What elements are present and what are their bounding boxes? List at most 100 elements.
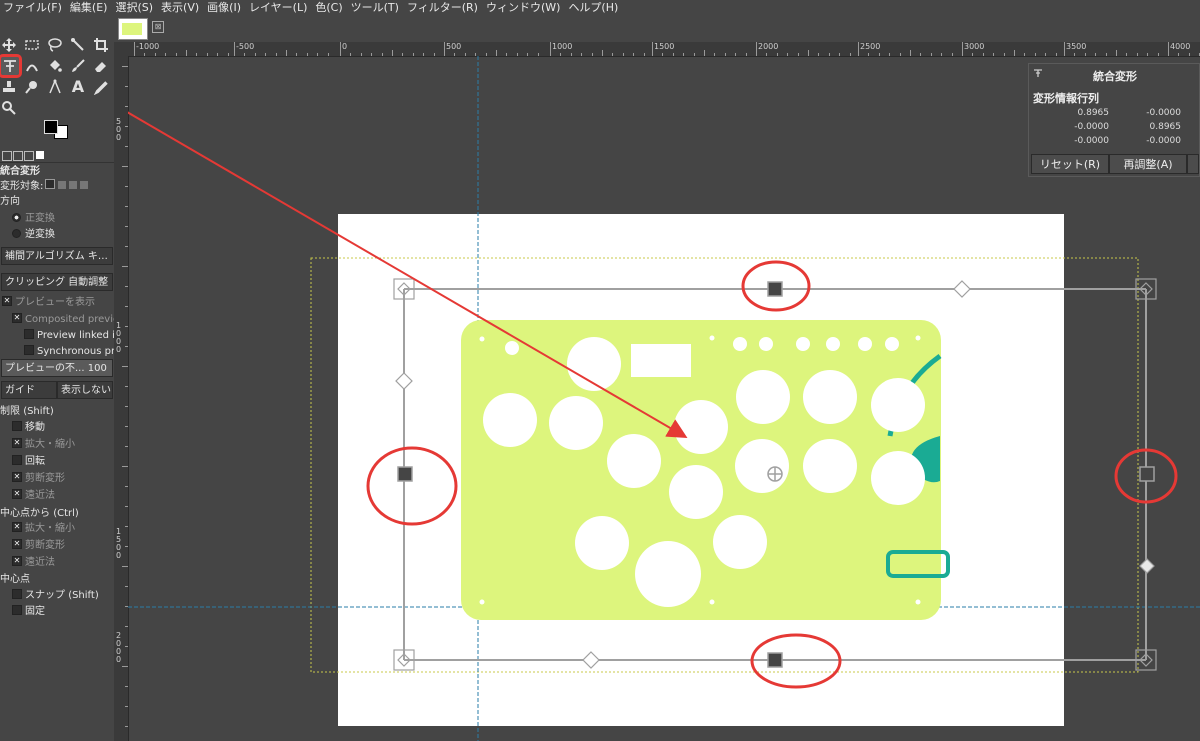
path-target-icon[interactable] [69, 181, 78, 189]
layer-target-icon[interactable] [45, 179, 56, 189]
menu-item[interactable]: 色(C) [312, 0, 347, 14]
menu-item[interactable]: 編集(E) [67, 0, 113, 14]
checkbox-icon[interactable]: ✕ [12, 313, 22, 323]
menu-item[interactable]: 選択(S) [112, 0, 158, 14]
pivot-lock-label: 固定 [25, 606, 45, 617]
clone-icon[interactable] [0, 78, 18, 96]
undo-history-tab-icon[interactable] [24, 151, 34, 161]
checkbox-icon[interactable] [12, 605, 22, 615]
color-picker-icon[interactable] [92, 78, 110, 96]
menu-item[interactable]: レイヤー(L) [246, 0, 312, 14]
direction-forward-option[interactable]: 正変換 [0, 212, 114, 226]
ruler-label: 1500 [654, 42, 675, 51]
pivot-snap-option[interactable]: スナップ (Shift) [0, 589, 114, 603]
checkbox-icon[interactable]: ✕ [12, 489, 22, 499]
direction-label: 方向 [0, 196, 20, 207]
checkbox-icon[interactable] [24, 329, 34, 339]
constrain-move-option[interactable]: 移動 [0, 421, 114, 435]
checkbox-icon[interactable]: ✕ [12, 472, 22, 482]
from-pivot-header: 中心点から (Ctrl) [0, 507, 114, 521]
checkbox-icon[interactable] [12, 421, 22, 431]
tool-options-tab-icon[interactable] [2, 151, 12, 161]
matrix-cell: 0.8965 [1149, 122, 1182, 132]
checkbox-icon[interactable]: ✕ [12, 539, 22, 549]
constrain-header: 制限 (Shift) [0, 405, 114, 419]
more-button[interactable] [1187, 154, 1199, 174]
menu-item[interactable]: ウィンドウ(W) [483, 0, 565, 14]
menu-item[interactable]: 表示(V) [158, 0, 204, 14]
menu-item[interactable]: ヘルプ(H) [565, 0, 623, 14]
horizontal-ruler[interactable]: -1000 -500 0 500 1000 1500 2000 2500 3000 3500 400… [128, 42, 1200, 57]
preview-linked-label: Preview linked ite [37, 330, 114, 341]
pivot-perspective-option[interactable]: ✕ 遠近法 [0, 556, 114, 570]
radio-icon[interactable] [12, 212, 21, 222]
constrain-rotate-option[interactable]: 回転 [0, 455, 114, 469]
transform-label: 変形対象: [0, 181, 44, 192]
text-icon[interactable]: A [69, 78, 87, 96]
menu-item[interactable]: ファイル(F) [0, 0, 67, 14]
selection-target-icon[interactable] [58, 181, 67, 189]
smudge-icon[interactable] [23, 78, 41, 96]
device-status-tab-icon[interactable] [13, 151, 23, 161]
zoom-icon[interactable] [0, 99, 18, 117]
crop-icon[interactable] [92, 36, 110, 54]
show-preview-option[interactable]: ✕ プレビューを表示 [0, 296, 114, 310]
ruler-tick [340, 42, 341, 56]
checkbox-icon[interactable]: ✕ [12, 556, 22, 566]
image-thumbnail[interactable] [118, 18, 148, 40]
from-pivot-key: (Ctrl) [53, 508, 79, 519]
rect-select-icon[interactable] [23, 36, 41, 54]
ruler-label: -500 [236, 42, 255, 51]
checkbox-icon[interactable] [12, 589, 22, 599]
composited-preview-option[interactable]: ✕Composited preview [0, 313, 114, 327]
constrain-shear-option[interactable]: ✕ 剪断変形 [0, 472, 114, 486]
constrain-perspective-option[interactable]: ✕ 遠近法 [0, 489, 114, 503]
warp-icon[interactable] [23, 57, 41, 75]
constrain-key: (Shift) [23, 406, 54, 417]
checkbox-icon[interactable] [24, 345, 34, 355]
fuzzy-select-icon[interactable] [69, 36, 87, 54]
image-target-icon[interactable] [80, 181, 89, 189]
interpolation-select[interactable]: 補間アルゴリズム キ… [1, 247, 113, 265]
checkbox-icon[interactable]: ✕ [12, 438, 22, 448]
lasso-icon[interactable] [46, 36, 64, 54]
ruler-tick [962, 42, 963, 56]
radio-icon[interactable] [12, 228, 21, 238]
readjust-button[interactable]: 再調整(A) [1109, 154, 1187, 174]
pivot-lock-option[interactable]: 固定 [0, 605, 114, 619]
guide-select[interactable]: 表示しない [57, 381, 113, 399]
checkbox-icon[interactable]: ✕ [2, 296, 12, 306]
unified-transform-icon[interactable] [0, 54, 22, 78]
constrain-scale-option[interactable]: ✕ 拡大・縮小 [0, 438, 114, 452]
foreground-color-swatch[interactable] [44, 120, 58, 134]
menu-item[interactable]: 画像(I) [204, 0, 246, 14]
pivot-scale-option[interactable]: ✕ 拡大・縮小 [0, 522, 114, 536]
ruler-tick [652, 42, 653, 56]
pivot-handle[interactable] [767, 466, 783, 482]
preview-linked-option[interactable]: Preview linked ite [0, 329, 114, 343]
bucket-fill-icon[interactable] [46, 57, 64, 75]
vertical-ruler[interactable]: 500 1000 1500 2000 [114, 56, 129, 741]
clipping-select[interactable]: クリッピング 自動調整 [1, 273, 113, 291]
synchronous-preview-label: Synchronous pre [37, 346, 114, 357]
checkbox-icon[interactable]: ✕ [12, 522, 22, 532]
synchronous-preview-option[interactable]: Synchronous pre [0, 345, 114, 359]
ruler-label: 2000 [758, 42, 779, 51]
images-tab-icon[interactable] [36, 151, 44, 159]
eraser-icon[interactable] [92, 57, 110, 75]
direction-backward-option[interactable]: 逆変換 [0, 228, 114, 242]
menu-item[interactable]: フィルター(R) [404, 0, 483, 14]
path-icon[interactable] [46, 78, 64, 96]
ruler-corner[interactable] [114, 42, 128, 56]
matrix-cell: -0.0000 [1074, 136, 1109, 146]
pivot-shear-option[interactable]: ✕ 剪断変形 [0, 539, 114, 553]
move-tool-icon[interactable] [0, 36, 18, 54]
paintbrush-icon[interactable] [69, 57, 87, 75]
ruler-label: 2000 [116, 631, 122, 664]
reset-button[interactable]: リセット(R) [1031, 154, 1109, 174]
close-icon[interactable]: ⊠ [152, 21, 164, 33]
pivot-perspective-label: 遠近法 [25, 557, 55, 568]
checkbox-icon[interactable] [12, 455, 22, 465]
menu-item[interactable]: ツール(T) [348, 0, 404, 14]
preview-opacity-slider[interactable]: プレビューの不... 100 [1, 359, 113, 377]
